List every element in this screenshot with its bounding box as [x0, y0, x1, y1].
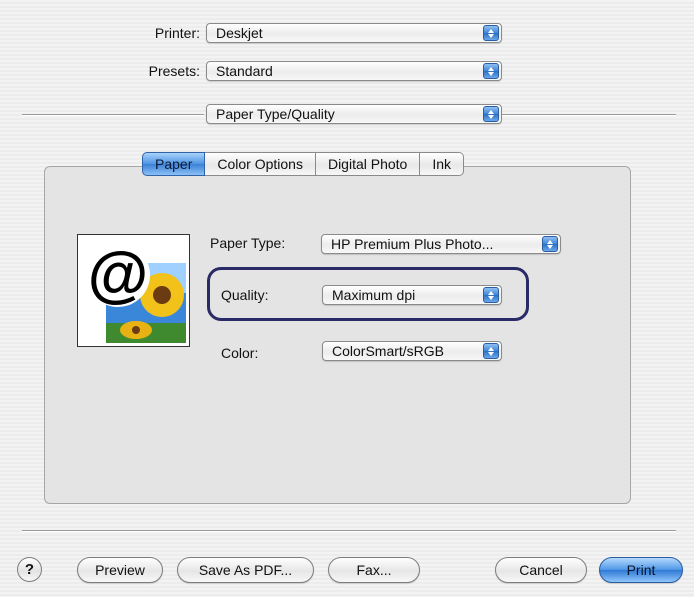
at-sign-sunflower-icon: @	[86, 240, 186, 343]
presets-popup[interactable]: Standard	[206, 61, 502, 81]
tab-digital-photo[interactable]: Digital Photo	[315, 152, 421, 176]
paper-preview-image: @	[77, 234, 190, 347]
popup-arrows-icon	[483, 287, 499, 303]
tab-ink[interactable]: Ink	[420, 152, 465, 176]
color-label: Color:	[221, 345, 259, 361]
tab-bar: Paper Color Options Digital Photo Ink	[142, 152, 465, 176]
print-button[interactable]: Print	[599, 557, 683, 583]
paper-type-label: Paper Type:	[210, 235, 286, 251]
popup-arrows-icon	[483, 343, 499, 359]
presets-value: Standard	[216, 63, 273, 79]
quality-value: Maximum dpi	[332, 287, 416, 303]
color-value: ColorSmart/sRGB	[332, 343, 445, 359]
separator-left	[22, 114, 204, 116]
printer-popup[interactable]: Deskjet	[206, 23, 502, 43]
color-popup[interactable]: ColorSmart/sRGB	[322, 341, 502, 361]
quality-popup[interactable]: Maximum dpi	[322, 285, 502, 305]
paper-type-value: HP Premium Plus Photo...	[331, 236, 494, 252]
footer-separator	[22, 530, 676, 532]
popup-arrows-icon	[483, 106, 499, 122]
svg-text:@: @	[88, 240, 148, 309]
separator-right	[502, 114, 676, 116]
tab-paper[interactable]: Paper	[142, 152, 206, 176]
popup-arrows-icon	[542, 236, 558, 252]
panel-select-value: Paper Type/Quality	[216, 106, 335, 122]
save-as-pdf-button[interactable]: Save As PDF...	[177, 557, 314, 583]
paper-type-popup[interactable]: HP Premium Plus Photo...	[321, 234, 561, 254]
fax-button[interactable]: Fax...	[328, 557, 420, 583]
panel-select-popup[interactable]: Paper Type/Quality	[206, 104, 502, 124]
help-button[interactable]: ?	[17, 557, 42, 582]
popup-arrows-icon	[483, 25, 499, 41]
printer-label: Printer:	[154, 25, 200, 41]
tab-color-options[interactable]: Color Options	[205, 152, 316, 176]
popup-arrows-icon	[483, 63, 499, 79]
presets-label: Presets:	[148, 63, 200, 79]
cancel-button[interactable]: Cancel	[495, 557, 587, 583]
preview-button[interactable]: Preview	[77, 557, 163, 583]
printer-value: Deskjet	[216, 25, 263, 41]
quality-label: Quality:	[221, 287, 269, 303]
